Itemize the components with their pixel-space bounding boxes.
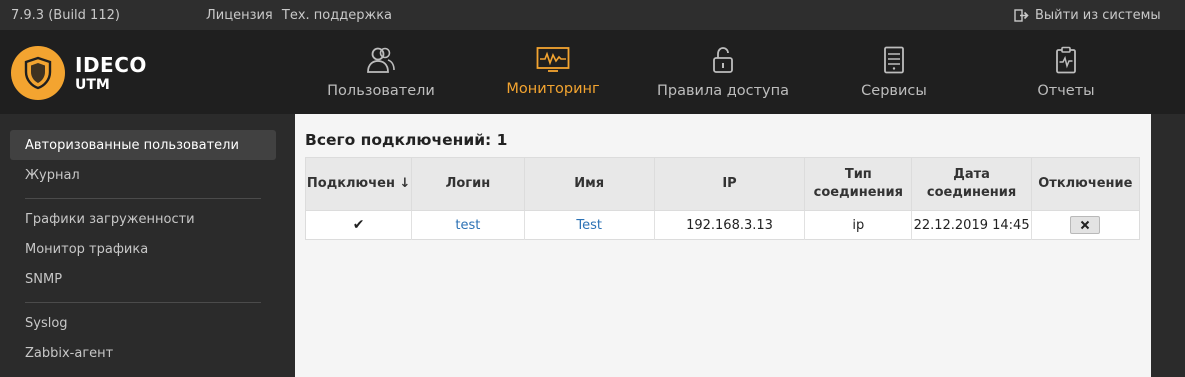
- disconnect-cell: [1031, 211, 1139, 240]
- sidebar-item-authorized-users[interactable]: Авторизованные пользователи: [10, 130, 276, 160]
- sidebar-item-snmp[interactable]: SNMP: [25, 272, 62, 287]
- nav-users[interactable]: Пользователи: [320, 30, 442, 114]
- brand-product: UTM: [75, 76, 110, 93]
- clipboard-icon: [1056, 46, 1076, 74]
- right-edge: [1151, 114, 1185, 377]
- date-cell: 22.12.2019 14:45: [911, 210, 1032, 240]
- logout-button[interactable]: Выйти из системы: [1014, 8, 1161, 23]
- table-row: ✔ test Test 192.168.3.13 ip 22.12.2019 1…: [305, 210, 1140, 240]
- logout-icon: [1014, 9, 1029, 22]
- logo[interactable]: IDECO UTM: [11, 46, 147, 100]
- connections-table: Подключен ↓ Логин Имя IP Тип соединения …: [305, 157, 1140, 240]
- sidebar-item-load-graphs[interactable]: Графики загруженности: [25, 212, 195, 227]
- nav-access-rules[interactable]: Правила доступа: [657, 30, 789, 114]
- header: IDECO UTM Пользователи Мониторинг Правил…: [0, 30, 1185, 114]
- users-icon: [367, 47, 395, 73]
- column-ip[interactable]: IP: [654, 157, 806, 211]
- license-link[interactable]: Лицензия: [206, 8, 273, 23]
- sidebar-divider: [25, 198, 261, 199]
- nav-services[interactable]: Сервисы: [851, 30, 937, 114]
- server-icon: [884, 46, 904, 74]
- lock-icon: [713, 47, 733, 73]
- support-link[interactable]: Тех. поддержка: [282, 8, 392, 23]
- page-title: Всего подключений: 1: [305, 131, 508, 149]
- name-link[interactable]: Test: [524, 210, 655, 240]
- sidebar-divider: [25, 302, 261, 303]
- brand-name: IDECO: [75, 52, 147, 77]
- sidebar-item-syslog[interactable]: Syslog: [25, 316, 68, 331]
- logout-label: Выйти из системы: [1035, 8, 1161, 23]
- top-links: Лицензия Тех. поддержка: [206, 8, 397, 23]
- check-icon: ✔: [352, 217, 365, 233]
- column-connection-date[interactable]: Дата соединения: [911, 157, 1032, 211]
- nav-access-rules-label: Правила доступа: [657, 83, 789, 99]
- nav-monitoring-label: Мониторинг: [506, 81, 600, 97]
- nav-reports-label: Отчеты: [1037, 83, 1095, 99]
- connected-cell: ✔: [305, 210, 413, 240]
- table-header-row: Подключен ↓ Логин Имя IP Тип соединения …: [305, 157, 1140, 211]
- disconnect-button[interactable]: [1070, 216, 1101, 234]
- column-connection-type[interactable]: Тип соединения: [804, 157, 913, 211]
- column-login[interactable]: Логин: [411, 157, 525, 211]
- nav-services-label: Сервисы: [861, 83, 927, 99]
- sidebar-item-zabbix-agent[interactable]: Zabbix-агент: [25, 346, 113, 361]
- top-bar: 7.9.3 (Build 112) Лицензия Тех. поддержк…: [0, 0, 1185, 30]
- shield-logo-icon: [11, 46, 65, 100]
- login-link[interactable]: test: [411, 210, 525, 240]
- nav-monitoring[interactable]: Мониторинг: [495, 30, 611, 114]
- version-label: 7.9.3 (Build 112): [11, 8, 120, 23]
- main-content: Всего подключений: 1 Подключен ↓ Логин И…: [295, 114, 1151, 377]
- sidebar-item-traffic-monitor[interactable]: Монитор трафика: [25, 242, 148, 257]
- ip-cell: 192.168.3.13: [654, 210, 806, 240]
- close-icon: [1081, 220, 1090, 230]
- sidebar: Авторизованные пользователи Журнал Графи…: [0, 114, 295, 377]
- column-name[interactable]: Имя: [524, 157, 655, 211]
- column-disconnect: Отключение: [1031, 157, 1140, 211]
- column-connected[interactable]: Подключен ↓: [305, 157, 413, 211]
- type-cell: ip: [804, 210, 913, 240]
- nav-users-label: Пользователи: [327, 83, 435, 99]
- sidebar-item-journal[interactable]: Журнал: [25, 168, 80, 183]
- monitoring-icon: [536, 47, 570, 72]
- nav-reports[interactable]: Отчеты: [1031, 30, 1101, 114]
